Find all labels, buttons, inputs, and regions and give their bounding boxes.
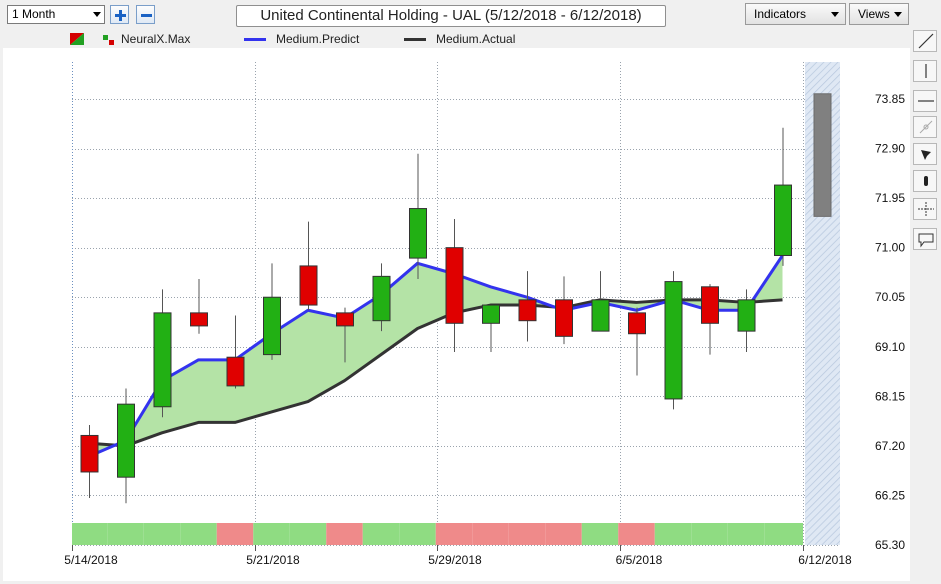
- x-tick-label: 5/21/2018: [246, 553, 300, 567]
- chart-title: United Continental Holding - UAL (5/12/2…: [236, 5, 666, 27]
- crosshair-icon: [918, 202, 934, 216]
- candle-body[interactable]: [263, 296, 281, 356]
- signal-cell: [180, 523, 217, 545]
- candle-body[interactable]: [372, 275, 391, 322]
- legend-medium-predict: Medium.Predict: [244, 31, 359, 47]
- y-tick-label: 73.85: [875, 92, 905, 106]
- signal-cell: [472, 523, 509, 545]
- candle-body[interactable]: [226, 356, 245, 387]
- y-tick-label: 71.00: [875, 241, 905, 255]
- indicators-label: Indicators: [754, 7, 807, 21]
- candle-body[interactable]: [591, 299, 610, 332]
- y-tick-label: 70.05: [875, 290, 905, 304]
- signal-cell: [253, 523, 290, 545]
- candle-body[interactable]: [518, 299, 537, 322]
- y-tick-label: 68.15: [875, 389, 905, 403]
- chart-panel[interactable]: 73.85 72.90 71.95 71.00 70.05 69.10 68.15 67.20…: [3, 48, 910, 581]
- candle-body[interactable]: [664, 281, 683, 400]
- toolbar: 1 Month United Continental Holding - UAL…: [0, 0, 941, 30]
- views-button[interactable]: Views: [849, 3, 909, 25]
- pen-tool-button[interactable]: [913, 143, 937, 165]
- annotation-icon: [918, 233, 934, 248]
- horizontal-line-tool-button[interactable]: [913, 90, 937, 112]
- period-select[interactable]: 1 Month: [7, 5, 105, 24]
- signal-cell: [508, 523, 546, 545]
- forecast-range-box: [813, 93, 832, 217]
- trend-channel-icon: [919, 120, 933, 134]
- neuralx-icon: [103, 34, 114, 45]
- legend-label: NeuralX.Max: [121, 32, 191, 46]
- candle-body[interactable]: [482, 304, 500, 324]
- line-tool-tool-button[interactable]: [913, 30, 937, 52]
- x-tick-label: 5/14/2018: [64, 553, 118, 567]
- marker-icon: [924, 176, 928, 186]
- signal-cell: [764, 523, 803, 545]
- chevron-down-icon: [831, 12, 839, 17]
- indicators-button[interactable]: Indicators: [745, 3, 846, 25]
- zoom-in-button[interactable]: [110, 5, 129, 24]
- x-tick-label: 6/12/2018: [798, 553, 852, 567]
- vertical-line-tool-button[interactable]: [913, 60, 937, 82]
- y-tick-label: 69.10: [875, 340, 905, 354]
- candle-body[interactable]: [336, 312, 354, 327]
- candle-body[interactable]: [117, 403, 135, 478]
- candle-body[interactable]: [628, 312, 646, 335]
- x-tick-label: 6/5/2018: [616, 553, 663, 567]
- signal-cell: [691, 523, 728, 545]
- candle-body[interactable]: [153, 312, 172, 408]
- signal-cell: [435, 523, 473, 545]
- signal-cell: [362, 523, 400, 545]
- signal-cell: [727, 523, 765, 545]
- signal-cell: [581, 523, 619, 545]
- crosshair-tool-button[interactable]: [913, 198, 937, 220]
- candle-body[interactable]: [409, 208, 427, 259]
- candle-body[interactable]: [445, 247, 464, 324]
- zoom-out-button[interactable]: [136, 5, 155, 24]
- drawing-tools: [912, 30, 939, 581]
- marker-tool-button[interactable]: [913, 170, 937, 192]
- line-tool-icon: [918, 33, 934, 49]
- x-tick-label: 5/29/2018: [428, 553, 482, 567]
- y-tick-label: 67.20: [875, 439, 905, 453]
- annotation-tool-button[interactable]: [913, 228, 937, 250]
- y-tick-label: 65.30: [875, 538, 905, 552]
- legend-medium-actual: Medium.Actual: [404, 31, 515, 47]
- signal-cell: [654, 523, 692, 545]
- period-value: 1 Month: [12, 7, 56, 21]
- signal-cell: [399, 523, 436, 545]
- signal-cell: [72, 523, 108, 545]
- candle-body[interactable]: [190, 312, 208, 327]
- signal-cell: [326, 523, 363, 545]
- horizontal-line-icon: [918, 100, 934, 102]
- signal-cell: [545, 523, 582, 545]
- candle-body[interactable]: [80, 434, 99, 473]
- pen-icon: [921, 150, 931, 160]
- candle-body[interactable]: [299, 265, 318, 306]
- signal-cell: [216, 523, 254, 545]
- candlestick-chart[interactable]: 73.85 72.90 71.95 71.00 70.05 69.10 68.15 67.20…: [3, 48, 910, 581]
- candle-body[interactable]: [701, 286, 719, 324]
- trend-channel-tool-button[interactable]: [913, 116, 937, 138]
- vertical-line-icon: [925, 64, 927, 78]
- legend-neuralx: NeuralX.Max: [103, 31, 190, 47]
- minus-icon: [141, 14, 152, 17]
- legend-label: Medium.Actual: [436, 32, 516, 46]
- chevron-down-icon: [93, 12, 101, 17]
- color-toggle-icon[interactable]: [70, 33, 84, 45]
- y-tick-label: 71.95: [875, 191, 905, 205]
- signal-cell: [618, 523, 655, 545]
- signal-cell: [107, 523, 144, 545]
- candle-body[interactable]: [774, 184, 792, 256]
- y-tick-label: 72.90: [875, 142, 905, 156]
- views-label: Views: [858, 7, 890, 21]
- chart-legend: NeuralX.Max Medium.Predict Medium.Actual: [0, 30, 941, 48]
- candle-body[interactable]: [555, 299, 573, 337]
- y-tick-label: 66.25: [875, 488, 905, 502]
- signal-cell: [289, 523, 327, 545]
- chevron-down-icon: [894, 12, 902, 17]
- candle-body[interactable]: [737, 299, 756, 332]
- signal-cell: [143, 523, 181, 545]
- legend-label: Medium.Predict: [276, 32, 360, 46]
